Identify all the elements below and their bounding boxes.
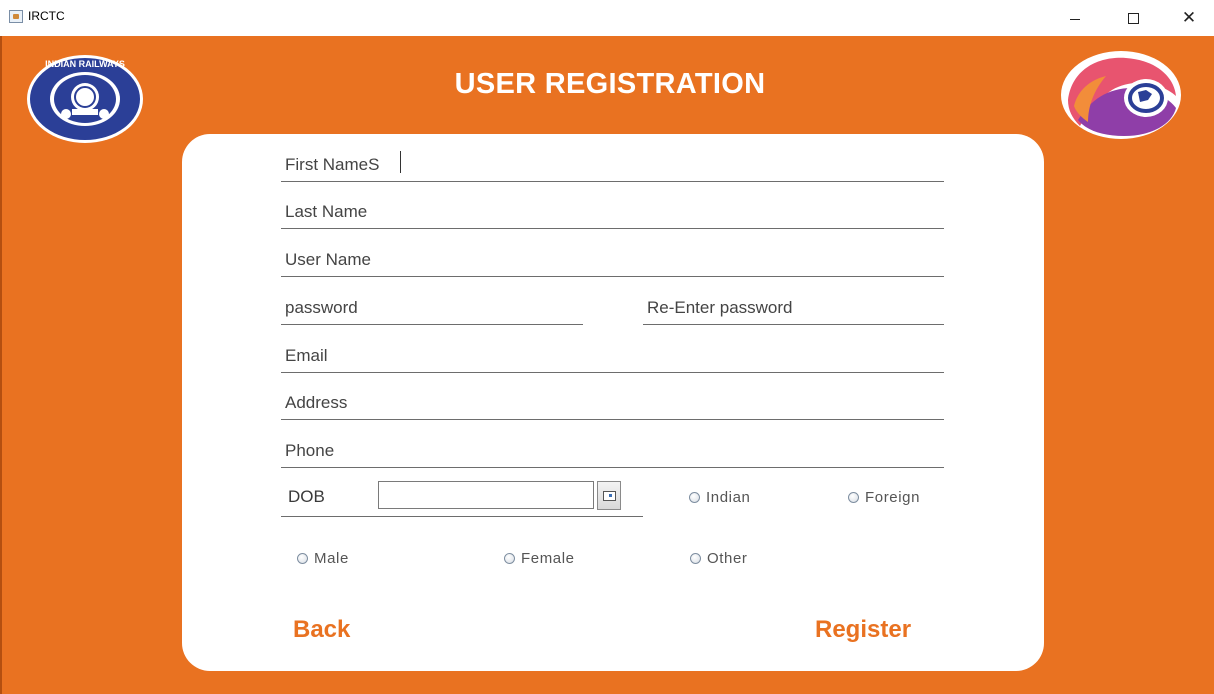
dob-date-input[interactable] bbox=[378, 481, 594, 509]
phone-field bbox=[281, 424, 944, 468]
radio-circle-icon bbox=[689, 492, 700, 503]
calendar-icon bbox=[603, 491, 616, 501]
radio-foreign[interactable]: Foreign bbox=[848, 489, 920, 506]
indian-railways-logo: INDIAN RAILWAYS bbox=[27, 55, 143, 143]
maximize-button[interactable] bbox=[1118, 6, 1148, 30]
back-button[interactable]: Back bbox=[293, 616, 350, 644]
close-button[interactable]: ✕ bbox=[1174, 6, 1204, 30]
radio-male[interactable]: Male bbox=[297, 550, 349, 567]
first-name-field bbox=[281, 138, 944, 182]
page-title: USER REGISTRATION bbox=[454, 68, 766, 100]
email-field bbox=[281, 329, 944, 373]
radio-female-label: Female bbox=[521, 550, 575, 567]
radio-indian[interactable]: Indian bbox=[689, 489, 750, 506]
register-button[interactable]: Register bbox=[815, 616, 911, 644]
calendar-button[interactable] bbox=[597, 481, 621, 510]
radio-other[interactable]: Other bbox=[690, 550, 748, 567]
window-title: IRCTC bbox=[28, 9, 65, 23]
minimize-icon bbox=[1070, 18, 1080, 20]
radio-circle-icon bbox=[297, 553, 308, 564]
text-cursor bbox=[400, 151, 401, 173]
radio-foreign-label: Foreign bbox=[865, 489, 921, 506]
address-input[interactable] bbox=[281, 393, 944, 413]
radio-male-label: Male bbox=[314, 550, 349, 567]
maximize-icon bbox=[1127, 12, 1139, 24]
radio-circle-icon bbox=[690, 553, 701, 564]
password-input[interactable] bbox=[281, 298, 583, 318]
address-field bbox=[281, 376, 944, 420]
dob-underline bbox=[281, 516, 643, 517]
radio-circle-icon bbox=[848, 492, 859, 503]
last-name-input[interactable] bbox=[281, 202, 944, 222]
dob-label: DOB bbox=[288, 487, 325, 506]
java-app-icon bbox=[9, 10, 23, 23]
irctc-logo bbox=[1061, 51, 1181, 139]
radio-indian-label: Indian bbox=[706, 489, 751, 506]
radio-circle-icon bbox=[504, 553, 515, 564]
user-name-input[interactable] bbox=[281, 250, 944, 270]
user-name-field bbox=[281, 233, 944, 277]
last-name-field bbox=[281, 185, 944, 229]
radio-female[interactable]: Female bbox=[504, 550, 575, 567]
email-input[interactable] bbox=[281, 346, 944, 366]
radio-other-label: Other bbox=[707, 550, 748, 567]
password-field bbox=[281, 281, 583, 325]
first-name-input[interactable] bbox=[281, 155, 944, 175]
re-password-input[interactable] bbox=[643, 298, 944, 318]
re-password-field bbox=[643, 281, 944, 325]
indian-railways-logo-text: INDIAN RAILWAYS bbox=[45, 59, 125, 69]
minimize-button[interactable] bbox=[1060, 6, 1090, 30]
frame-edge bbox=[0, 36, 2, 694]
phone-input[interactable] bbox=[281, 441, 944, 461]
close-icon: ✕ bbox=[1181, 8, 1197, 27]
window-titlebar: IRCTC ✕ bbox=[0, 0, 1214, 36]
